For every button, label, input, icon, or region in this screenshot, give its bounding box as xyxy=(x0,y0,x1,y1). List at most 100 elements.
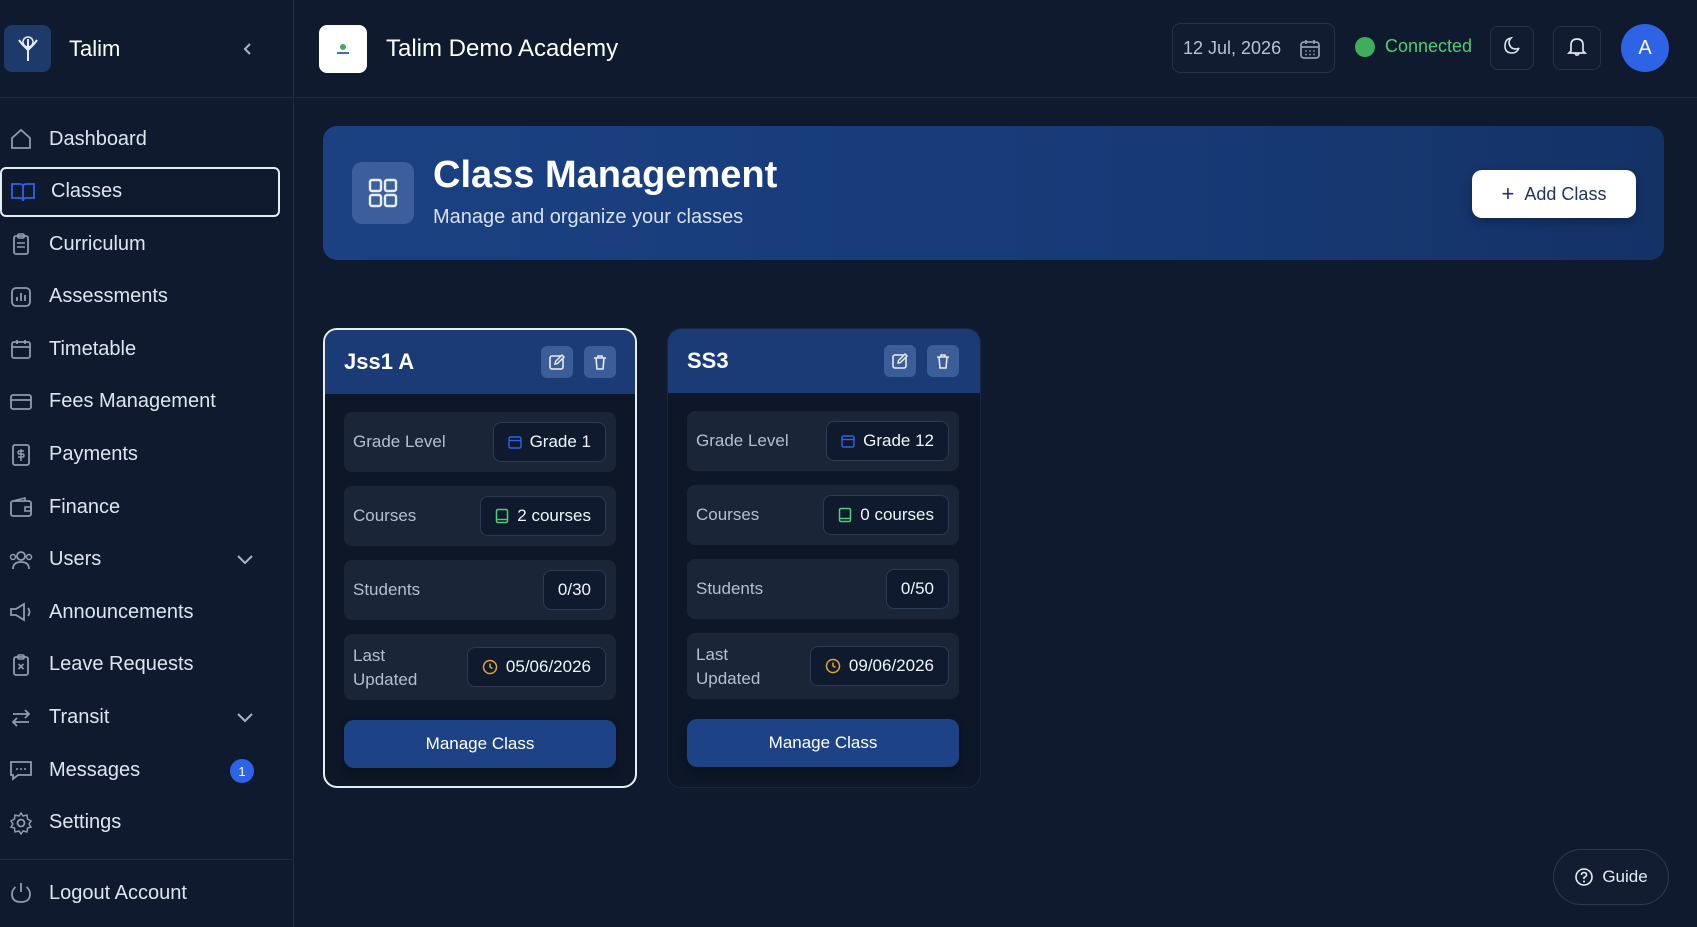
users-icon xyxy=(8,547,34,573)
courses-value: 2 courses xyxy=(480,496,606,536)
courses-text: 0 courses xyxy=(860,505,934,524)
sidebar-item-label: Classes xyxy=(51,180,123,203)
page-title: Class Management xyxy=(433,154,778,196)
sidebar-item-label: Announcements xyxy=(49,600,194,623)
grade-level-label: Grade Level xyxy=(353,432,446,451)
class-card-header: Jss1 A xyxy=(325,330,635,394)
sidebar-item-curriculum[interactable]: Curriculum xyxy=(0,219,280,269)
calendar-icon xyxy=(507,435,522,449)
calendar-icon xyxy=(8,336,34,362)
last-updated-label-line1: Last xyxy=(696,645,729,664)
book-icon xyxy=(838,507,852,523)
last-updated-label: Last Updated xyxy=(696,643,760,691)
page-banner: Class Management Manage and organize you… xyxy=(323,126,1664,260)
courses-row: Courses 0 courses xyxy=(687,485,959,545)
edit-icon[interactable] xyxy=(884,345,916,377)
book-open-icon xyxy=(10,179,36,205)
chevron-down-icon[interactable] xyxy=(236,707,254,733)
last-updated-text: 09/06/2026 xyxy=(848,656,934,675)
sidebar-item-classes[interactable]: Classes xyxy=(0,166,280,217)
last-updated-label-line1: Last xyxy=(353,646,386,665)
wallet-icon xyxy=(8,494,34,520)
sidebar-item-fees-management[interactable]: Fees Management xyxy=(0,377,280,427)
help-circle-icon xyxy=(1574,867,1594,887)
home-icon xyxy=(8,126,34,152)
class-card[interactable]: Jss1 A Grade Level Grade 1 Courses 2 cou… xyxy=(323,328,637,788)
class-card-header: SS3 xyxy=(668,329,980,393)
class-card[interactable]: SS3 Grade Level Grade 12 Courses 0 cours… xyxy=(667,328,981,788)
sidebar-nav: Dashboard Classes Curriculum Assessments… xyxy=(0,98,293,848)
theme-toggle-button[interactable] xyxy=(1490,26,1534,70)
message-icon xyxy=(8,757,34,783)
current-date: 12 Jul, 2026 xyxy=(1183,37,1282,58)
notifications-button[interactable] xyxy=(1553,26,1601,70)
sidebar-item-label: Users xyxy=(49,548,102,571)
guide-button[interactable]: Guide xyxy=(1553,849,1669,905)
app-name: Talim xyxy=(69,35,121,61)
sidebar-item-label: Payments xyxy=(49,443,138,466)
manage-class-button[interactable]: Manage Class xyxy=(344,720,616,768)
grade-text: Grade 1 xyxy=(529,432,591,451)
app-logo xyxy=(4,25,51,72)
sidebar-item-dashboard[interactable]: Dashboard xyxy=(0,114,280,164)
unread-badge: 1 xyxy=(230,759,254,784)
bell-icon xyxy=(1566,35,1588,62)
courses-text: 2 courses xyxy=(517,506,591,525)
calendar-icon xyxy=(841,434,855,448)
bar-chart-icon xyxy=(8,284,34,310)
sidebar-item-leave-requests[interactable]: Leave Requests xyxy=(0,640,280,690)
grade-level-row: Grade Level Grade 1 xyxy=(344,412,616,472)
sidebar: Talim Dashboard Classes Curriculum Asses… xyxy=(0,0,294,927)
gear-icon xyxy=(8,810,34,836)
courses-label: Courses xyxy=(696,505,760,524)
sidebar-item-label: Messages xyxy=(49,758,141,781)
sidebar-item-label: Transit xyxy=(49,706,110,729)
grade-text: Grade 12 xyxy=(863,431,934,450)
school-name: Talim Demo Academy xyxy=(386,34,619,62)
sidebar-item-announcements[interactable]: Announcements xyxy=(0,587,280,637)
students-row: Students 0/50 xyxy=(687,559,959,619)
grade-value: Grade 1 xyxy=(492,422,606,462)
last-updated-label-line2: Updated xyxy=(696,669,761,688)
sidebar-item-finance[interactable]: Finance xyxy=(0,482,280,532)
chevron-down-icon[interactable] xyxy=(236,549,254,575)
add-class-label: Add Class xyxy=(1524,183,1607,204)
logout-label: Logout Account xyxy=(49,881,187,904)
trash-icon[interactable] xyxy=(927,345,959,377)
collapse-sidebar-icon[interactable] xyxy=(237,39,257,59)
sidebar-item-settings[interactable]: Settings xyxy=(0,798,280,848)
last-updated-label-line2: Updated xyxy=(353,670,418,689)
sidebar-item-payments[interactable]: Payments xyxy=(0,430,280,480)
edit-icon[interactable] xyxy=(541,346,573,378)
sidebar-item-assessments[interactable]: Assessments xyxy=(0,272,280,322)
power-icon xyxy=(8,880,34,906)
connection-status: Connected xyxy=(1355,36,1472,57)
receipt-icon xyxy=(8,442,34,468)
sidebar-item-label: Fees Management xyxy=(49,390,216,413)
grade-level-label: Grade Level xyxy=(696,431,789,450)
last-updated-value: 09/06/2026 xyxy=(809,646,949,686)
avatar[interactable]: A xyxy=(1621,24,1669,72)
date-picker[interactable]: 12 Jul, 2026 xyxy=(1172,23,1335,73)
sidebar-item-transit[interactable]: Transit xyxy=(0,693,280,743)
arrows-swap-icon xyxy=(8,705,34,731)
status-dot-icon xyxy=(1355,36,1375,57)
students-label: Students xyxy=(353,580,421,599)
courses-label: Courses xyxy=(353,506,417,525)
class-name: SS3 xyxy=(687,348,729,373)
page-subtitle: Manage and organize your classes xyxy=(433,206,744,228)
sidebar-item-messages[interactable]: Messages 1 xyxy=(0,745,280,795)
sidebar-item-users[interactable]: Users xyxy=(0,535,280,585)
sidebar-footer: Logout Account xyxy=(0,859,294,927)
last-updated-row: Last Updated 09/06/2026 xyxy=(687,633,959,699)
sidebar-item-timetable[interactable]: Timetable xyxy=(0,324,280,374)
connection-label: Connected xyxy=(1385,36,1473,56)
manage-class-button[interactable]: Manage Class xyxy=(687,719,959,767)
guide-label: Guide xyxy=(1602,867,1648,886)
trash-icon[interactable] xyxy=(584,346,616,378)
add-class-button[interactable]: + Add Class xyxy=(1472,170,1636,218)
clock-icon xyxy=(825,658,841,674)
logout-button[interactable]: Logout Account xyxy=(0,868,280,918)
megaphone-icon xyxy=(8,599,34,625)
sidebar-item-label: Timetable xyxy=(49,337,137,360)
